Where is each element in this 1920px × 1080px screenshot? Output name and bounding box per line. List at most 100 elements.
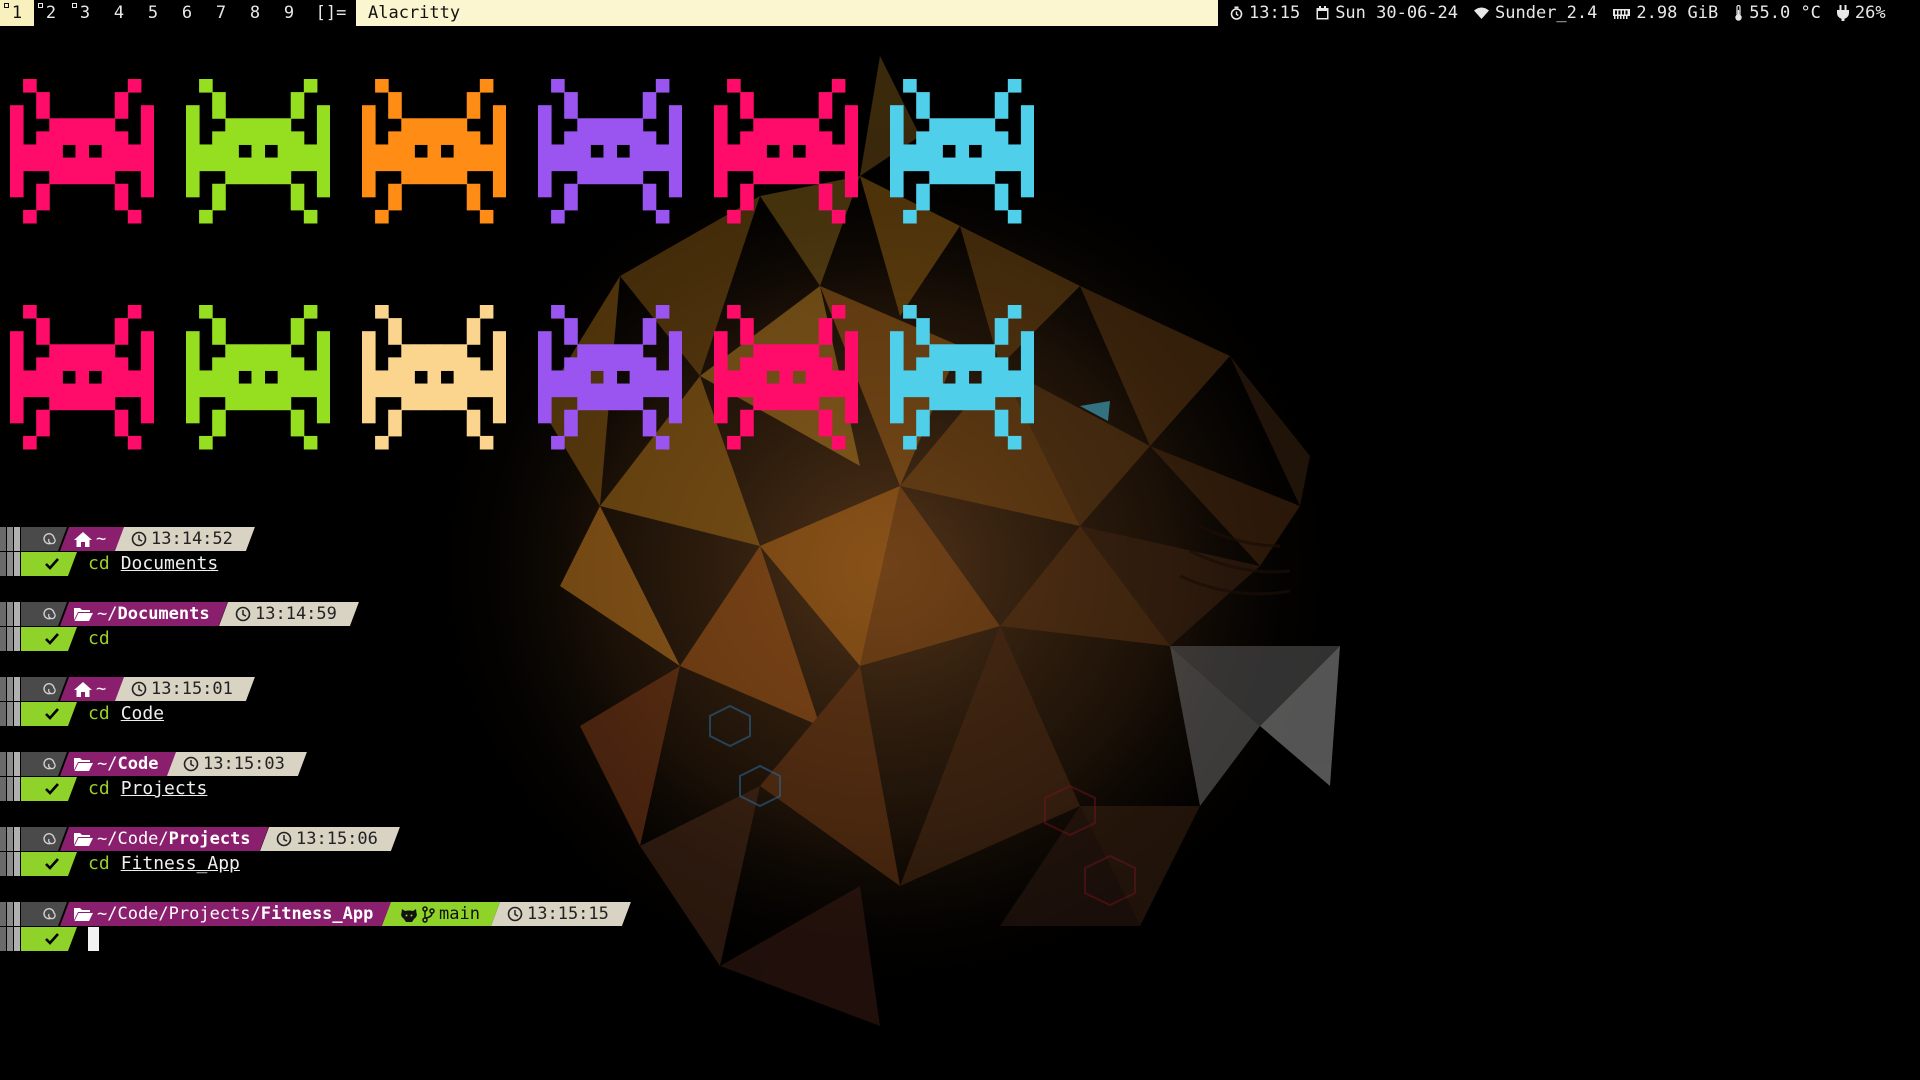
prompt-stripe: [14, 702, 20, 726]
directory-path: ~: [96, 679, 107, 699]
clock-icon: [1230, 6, 1243, 20]
checkmark-icon: [45, 633, 59, 645]
space-invader-icon: [538, 305, 682, 450]
prompt-stripe: [7, 902, 13, 926]
clock-icon: [507, 906, 523, 922]
prompt-stripe: [7, 627, 13, 651]
workspace-label: 8: [249, 3, 261, 23]
temperature-text: 55.0 °C: [1749, 3, 1821, 23]
clock-icon: [276, 831, 292, 847]
clock-icon: [183, 756, 199, 772]
prompt-stripe: [14, 827, 20, 851]
directory-name: Code: [117, 754, 159, 774]
command-argument: Documents: [120, 553, 219, 574]
workspace-6[interactable]: 6: [170, 0, 204, 26]
prompt-stripe: [7, 927, 13, 951]
space-invader-icon: [890, 79, 1034, 224]
workspace-9[interactable]: 9: [272, 0, 306, 26]
git-segment: main: [382, 902, 500, 926]
workspace-4[interactable]: 4: [102, 0, 136, 26]
command-line: cd Documents: [88, 552, 218, 576]
charging-plug-icon: [1836, 5, 1849, 21]
prompt-time: 13:14:59: [255, 604, 337, 624]
temperature-module: 55.0 °C: [1734, 0, 1821, 26]
command-line: cd Code: [88, 702, 164, 726]
workspace-5[interactable]: 5: [136, 0, 170, 26]
directory-segment: ~/Code: [60, 752, 176, 776]
workspace-7[interactable]: 7: [204, 0, 238, 26]
clock-icon: [235, 606, 251, 622]
terminal-cursor[interactable]: [88, 927, 99, 951]
prompt-stripe: [14, 752, 20, 776]
space-invader-icon: [362, 305, 506, 450]
prompt-stripe: [7, 527, 13, 551]
time-segment: 13:15:03: [167, 752, 307, 776]
space-invader-icon: [890, 305, 1034, 450]
prompt-stripe: [0, 627, 6, 651]
space-invader-icon: [714, 79, 858, 224]
directory-path: ~/: [97, 604, 118, 624]
directory-segment: ~: [60, 527, 124, 551]
status-ok-segment: [21, 852, 77, 876]
prompt-stripe: [14, 852, 20, 876]
git-branch-name: main: [439, 904, 480, 924]
prompt-stripe: [14, 777, 20, 801]
battery-text: 26%: [1854, 3, 1886, 23]
time-segment: 13:14:59: [219, 602, 359, 626]
wifi-text: Sunder_2.4: [1495, 3, 1598, 23]
prompt-stripe: [0, 552, 6, 576]
checkmark-icon: [45, 858, 59, 870]
workspace-3[interactable]: 3: [68, 0, 102, 26]
command-line: cd Projects: [88, 777, 207, 801]
command-line: cd Fitness_App: [88, 852, 240, 876]
directory-path: ~/: [97, 754, 118, 774]
checkmark-icon: [45, 783, 59, 795]
debian-swirl-icon: [41, 681, 57, 697]
prompt-stripe: [0, 902, 6, 926]
space-invader-icon: [538, 79, 682, 224]
workspace-label: 4: [113, 3, 125, 23]
time-segment: 13:15:06: [260, 827, 400, 851]
space-invader-icon: [186, 305, 330, 450]
directory-segment: ~/Documents: [60, 602, 228, 626]
status-ok-segment: [21, 627, 77, 651]
command-name: cd: [88, 778, 110, 799]
command-name: cd: [88, 703, 110, 724]
prompt-stripe: [0, 777, 6, 801]
prompt-stripe: [7, 602, 13, 626]
directory-path: ~: [96, 529, 107, 549]
prompt-time: 13:14:52: [151, 529, 233, 549]
status-modules: 13:15 Sun 30-06-24 Sunder_2.4 2.98 GiB 5…: [1230, 0, 1886, 26]
workspace-2[interactable]: 2: [34, 0, 68, 26]
command-argument: Fitness_App: [120, 853, 240, 874]
prompt-time: 13:15:06: [296, 829, 378, 849]
folder-open-icon: [74, 832, 93, 846]
date-module: Sun 30-06-24: [1316, 0, 1458, 26]
workspace-label: 7: [215, 3, 227, 23]
status-ok-segment: [21, 927, 77, 951]
workspace-label: 3: [79, 3, 91, 23]
directory-name: Documents: [117, 604, 210, 624]
debian-swirl-icon: [41, 906, 57, 922]
directory-segment: ~: [60, 677, 124, 701]
space-invader-icon: [10, 79, 154, 224]
checkmark-icon: [45, 558, 59, 570]
checkmark-icon: [45, 933, 59, 945]
memory-module: 2.98 GiB: [1613, 0, 1718, 26]
layout-indicator[interactable]: []=: [306, 0, 356, 26]
clock-icon: [131, 681, 147, 697]
occupied-indicator: [72, 3, 77, 8]
directory-path: ~/Code/Projects/: [97, 904, 261, 924]
window-title: Alacritty: [356, 0, 1218, 26]
time-segment: 13:14:52: [115, 527, 255, 551]
time-segment: 13:15:15: [491, 902, 631, 926]
memory-icon: [1613, 9, 1631, 19]
prompt-stripe: [7, 752, 13, 776]
command-argument: Projects: [120, 778, 208, 799]
workspace-8[interactable]: 8: [238, 0, 272, 26]
command-name: cd: [88, 553, 110, 574]
prompt-stripe: [0, 602, 6, 626]
workspace-1[interactable]: 1: [0, 0, 34, 26]
home-icon: [74, 532, 92, 547]
wifi-icon: [1474, 7, 1490, 19]
